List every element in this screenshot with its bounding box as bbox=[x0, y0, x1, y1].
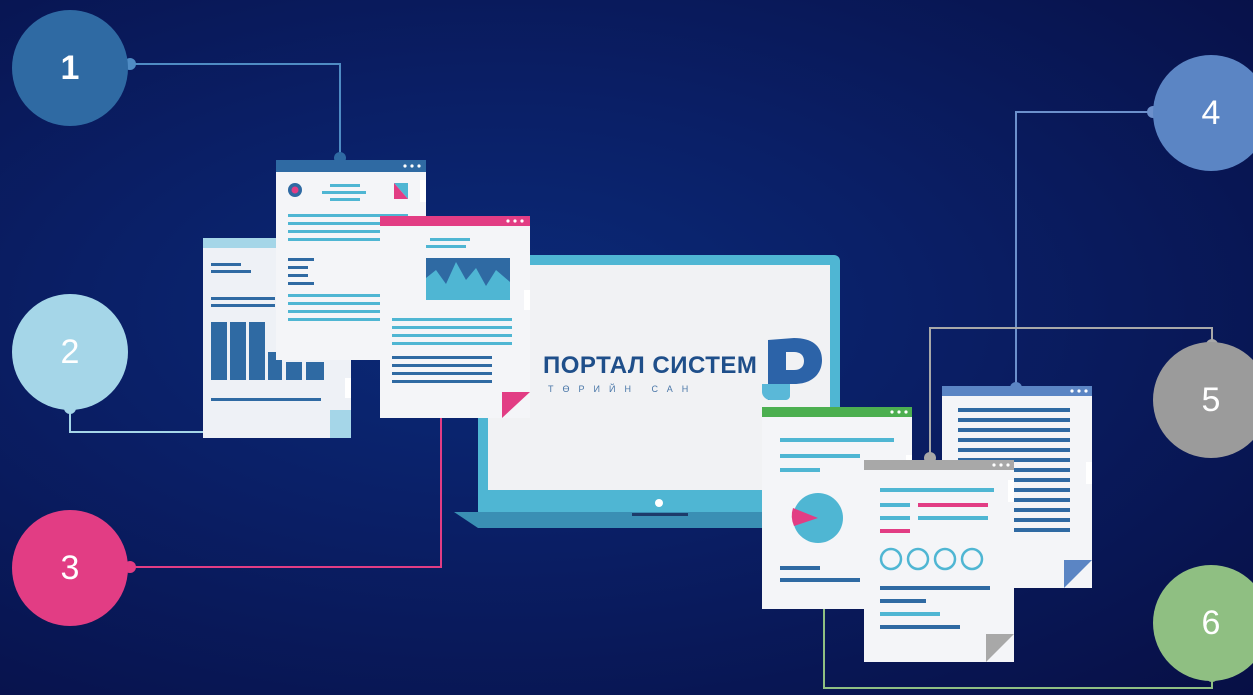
laptop-slot bbox=[632, 513, 688, 516]
portal-logo-title: ПОРТАЛ СИСТЕМ bbox=[543, 352, 758, 379]
document-form bbox=[864, 460, 1014, 662]
marker-1: 1 bbox=[12, 10, 128, 126]
marker-3: 3 bbox=[12, 510, 128, 626]
portal-logo-subtitle: ТӨРИЙН САН bbox=[548, 384, 698, 394]
portal-logo-mark-accent bbox=[762, 384, 790, 400]
connector-4 bbox=[1015, 111, 1153, 388]
laptop-camera bbox=[655, 499, 663, 507]
diagram-canvas bbox=[64, 58, 1218, 689]
connector-1 bbox=[130, 63, 341, 158]
marker-2: 2 bbox=[12, 294, 128, 410]
document-area-chart bbox=[380, 216, 530, 418]
